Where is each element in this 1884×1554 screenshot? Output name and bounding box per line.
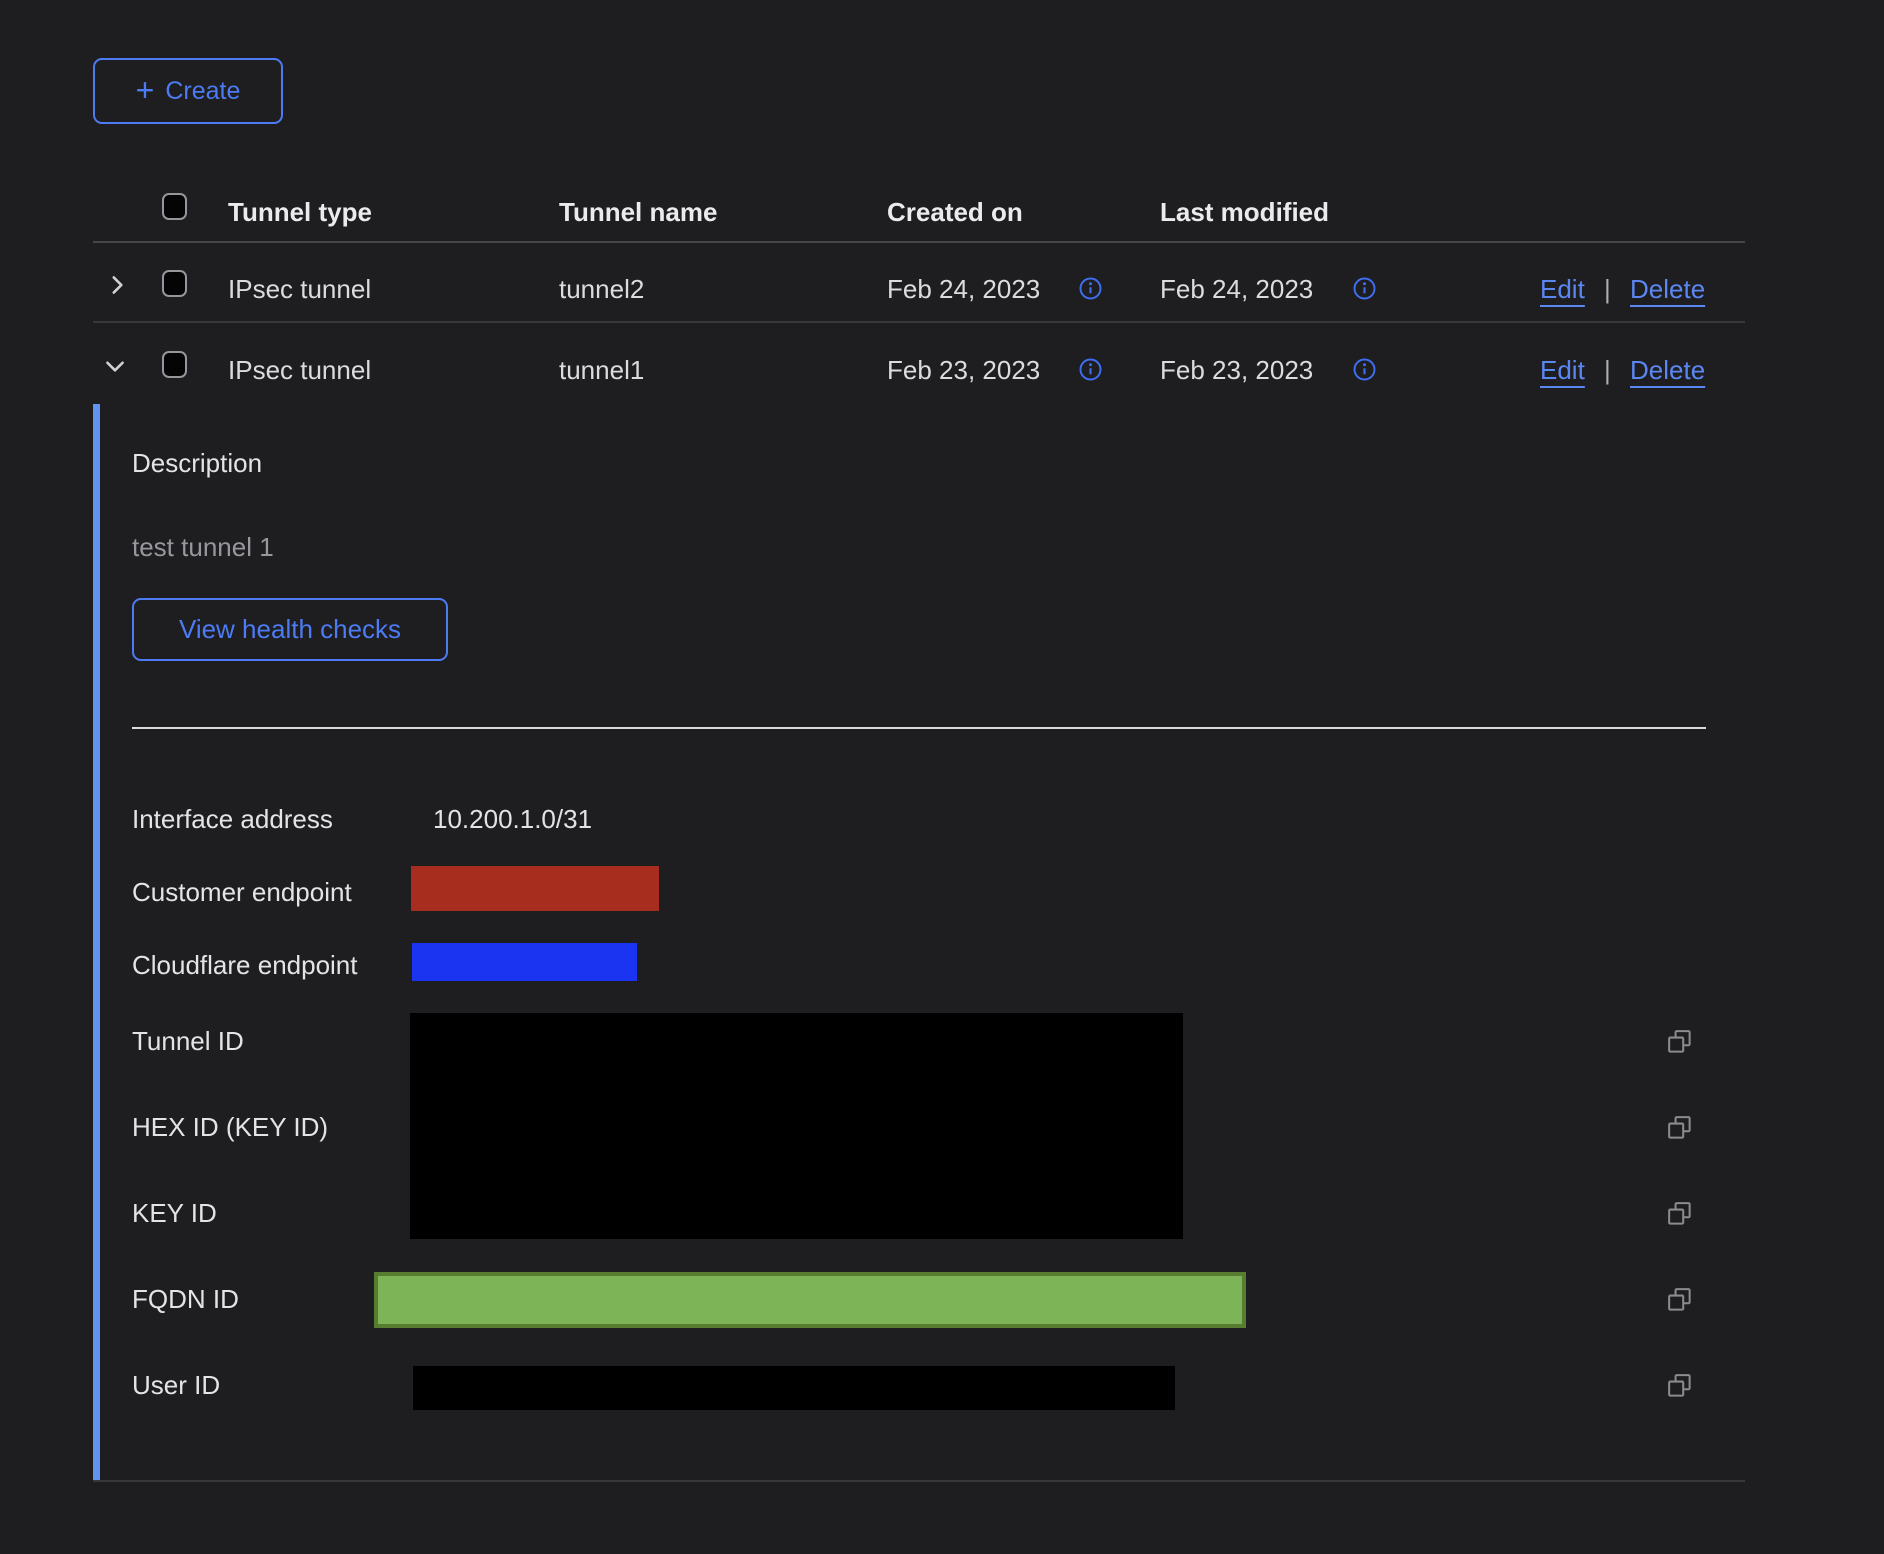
- row-divider: [93, 321, 1745, 323]
- chevron-down-icon[interactable]: [102, 353, 128, 379]
- copy-icon[interactable]: [1666, 1114, 1693, 1141]
- edit-link[interactable]: Edit: [1540, 273, 1585, 305]
- section-divider: [132, 727, 1706, 729]
- create-button-label: Create: [165, 77, 240, 106]
- cell-last-modified: Feb 24, 2023: [1160, 273, 1313, 305]
- redacted-customer-endpoint: [411, 866, 659, 911]
- select-all-checkbox[interactable]: [162, 193, 187, 220]
- field-label-user-id: User ID: [132, 1369, 220, 1401]
- delete-link[interactable]: Delete: [1630, 273, 1705, 305]
- redacted-id-values: [410, 1013, 1183, 1239]
- cell-last-modified: Feb 23, 2023: [1160, 354, 1313, 386]
- info-icon[interactable]: [1078, 276, 1103, 301]
- column-header-last-modified: Last modified: [1160, 196, 1329, 228]
- expanded-row-border: [93, 404, 100, 1481]
- field-value-interface-address: 10.200.1.0/31: [433, 803, 592, 835]
- info-icon[interactable]: [1078, 357, 1103, 382]
- redacted-user-id: [413, 1366, 1175, 1410]
- create-button[interactable]: + Create: [93, 58, 283, 124]
- field-label-interface-address: Interface address: [132, 803, 333, 835]
- cell-tunnel-name: tunnel1: [559, 354, 644, 386]
- cell-tunnel-type: IPsec tunnel: [228, 273, 371, 305]
- field-label-customer-endpoint: Customer endpoint: [132, 876, 352, 908]
- delete-link[interactable]: Delete: [1630, 354, 1705, 386]
- info-icon[interactable]: [1352, 276, 1377, 301]
- plus-icon: +: [136, 74, 155, 106]
- field-label-hex-id: HEX ID (KEY ID): [132, 1111, 328, 1143]
- view-health-checks-button[interactable]: View health checks: [132, 598, 448, 661]
- cell-created-on: Feb 24, 2023: [887, 273, 1040, 305]
- action-separator: |: [1604, 354, 1611, 386]
- cell-tunnel-name: tunnel2: [559, 273, 644, 305]
- header-divider: [93, 241, 1745, 243]
- field-label-tunnel-id: Tunnel ID: [132, 1025, 244, 1057]
- column-header-tunnel-name: Tunnel name: [559, 196, 717, 228]
- row-checkbox[interactable]: [162, 351, 187, 378]
- description-label: Description: [132, 447, 262, 479]
- copy-icon[interactable]: [1666, 1372, 1693, 1399]
- field-label-cloudflare-endpoint: Cloudflare endpoint: [132, 949, 358, 981]
- edit-link[interactable]: Edit: [1540, 354, 1585, 386]
- description-value: test tunnel 1: [132, 531, 274, 563]
- action-separator: |: [1604, 273, 1611, 305]
- copy-icon[interactable]: [1666, 1286, 1693, 1313]
- chevron-right-icon[interactable]: [104, 272, 130, 298]
- redacted-cloudflare-endpoint: [412, 943, 637, 981]
- column-header-tunnel-type: Tunnel type: [228, 196, 372, 228]
- tunnels-page: + Create Tunnel type Tunnel name Created…: [0, 0, 1884, 1554]
- cell-created-on: Feb 23, 2023: [887, 354, 1040, 386]
- redacted-fqdn-id: [374, 1272, 1246, 1328]
- field-label-fqdn-id: FQDN ID: [132, 1283, 239, 1315]
- view-health-checks-label: View health checks: [179, 614, 401, 645]
- info-icon[interactable]: [1352, 357, 1377, 382]
- copy-icon[interactable]: [1666, 1028, 1693, 1055]
- row-divider: [93, 1480, 1745, 1482]
- cell-tunnel-type: IPsec tunnel: [228, 354, 371, 386]
- column-header-created-on: Created on: [887, 196, 1023, 228]
- copy-icon[interactable]: [1666, 1200, 1693, 1227]
- field-label-key-id: KEY ID: [132, 1197, 217, 1229]
- row-checkbox[interactable]: [162, 270, 187, 297]
